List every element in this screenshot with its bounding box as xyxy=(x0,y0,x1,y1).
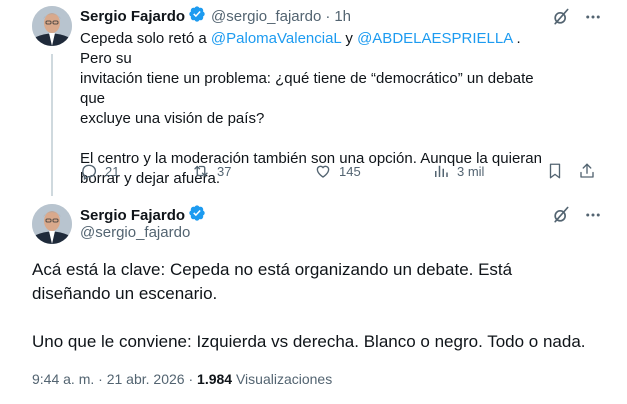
author-name[interactable]: Sergio Fajardo xyxy=(80,207,185,224)
tweet1-actions: 21 37 145 3 mil xyxy=(80,160,600,182)
more-icon[interactable] xyxy=(582,204,604,226)
mention-link[interactable]: @PalomaValenciaL xyxy=(211,30,341,47)
grok-icon[interactable] xyxy=(550,204,572,226)
share-button[interactable] xyxy=(578,160,596,182)
tweet2-para2: Uno que le conviene: Izquierda vs derech… xyxy=(32,332,586,351)
reply-icon xyxy=(82,164,97,180)
tweet2-line2: diseñando un escenario. xyxy=(32,284,218,303)
views-total: 1.984 xyxy=(197,371,233,387)
author-name[interactable]: Sergio Fajardo xyxy=(80,8,185,25)
avatar-image xyxy=(32,204,72,244)
text-segment: Cepeda solo retó a xyxy=(80,30,211,47)
bookmark-icon xyxy=(549,163,561,179)
views-button[interactable]: 3 mil xyxy=(432,160,484,182)
verified-badge-icon xyxy=(188,5,206,28)
text-segment: y xyxy=(341,30,358,47)
views-icon xyxy=(435,165,448,177)
verified-badge-icon xyxy=(188,204,206,227)
reply-button[interactable]: 21 xyxy=(80,160,119,182)
avatar-image xyxy=(32,6,72,46)
tweet-time[interactable]: 9:44 a. m. xyxy=(32,371,94,387)
tweet2-line1: Acá está la clave: Cepeda no está organi… xyxy=(32,260,513,279)
like-count: 145 xyxy=(339,163,361,179)
meta-separator: · xyxy=(94,371,107,387)
tweet1-line2: invitación tiene un problema: ¿qué tiene… xyxy=(80,70,534,107)
tweet-time[interactable]: 1h xyxy=(334,8,351,25)
like-icon xyxy=(316,165,330,178)
views-count: 3 mil xyxy=(457,163,485,179)
more-icon[interactable] xyxy=(582,6,604,28)
author-avatar[interactable] xyxy=(32,204,72,244)
bookmark-button[interactable] xyxy=(546,160,564,182)
share-icon xyxy=(580,163,594,178)
repost-count: 37 xyxy=(217,163,232,179)
repost-icon xyxy=(194,165,208,177)
reply-count: 21 xyxy=(105,163,120,179)
thread-line xyxy=(51,54,53,196)
tweet1-line1: Cepeda solo retó a @PalomaValenciaL y @A… xyxy=(80,29,550,69)
tweet2-text: Acá está la clave: Cepeda no está organi… xyxy=(32,258,612,354)
grok-icon[interactable] xyxy=(550,6,572,28)
tweet1-header: Sergio Fajardo @sergio_fajardo · 1h xyxy=(80,5,351,28)
header-separator: · xyxy=(325,7,331,25)
meta-separator: · xyxy=(184,371,198,387)
author-avatar[interactable] xyxy=(32,6,72,46)
author-handle[interactable]: @sergio_fajardo xyxy=(211,8,321,25)
tweet2-meta: 9:44 a. m. · 21 abr. 2026 · 1.984 Visual… xyxy=(32,371,332,387)
repost-button[interactable]: 37 xyxy=(192,160,231,182)
tweet-date[interactable]: 21 abr. 2026 xyxy=(107,371,185,387)
tweet1-line3: excluye una visión de país? xyxy=(80,110,265,127)
author-handle[interactable]: @sergio_fajardo xyxy=(80,224,190,241)
like-button[interactable]: 145 xyxy=(314,160,361,182)
mention-link[interactable]: @ABDELAESPRIELLA xyxy=(357,30,512,47)
views-label: Visualizaciones xyxy=(232,371,333,387)
